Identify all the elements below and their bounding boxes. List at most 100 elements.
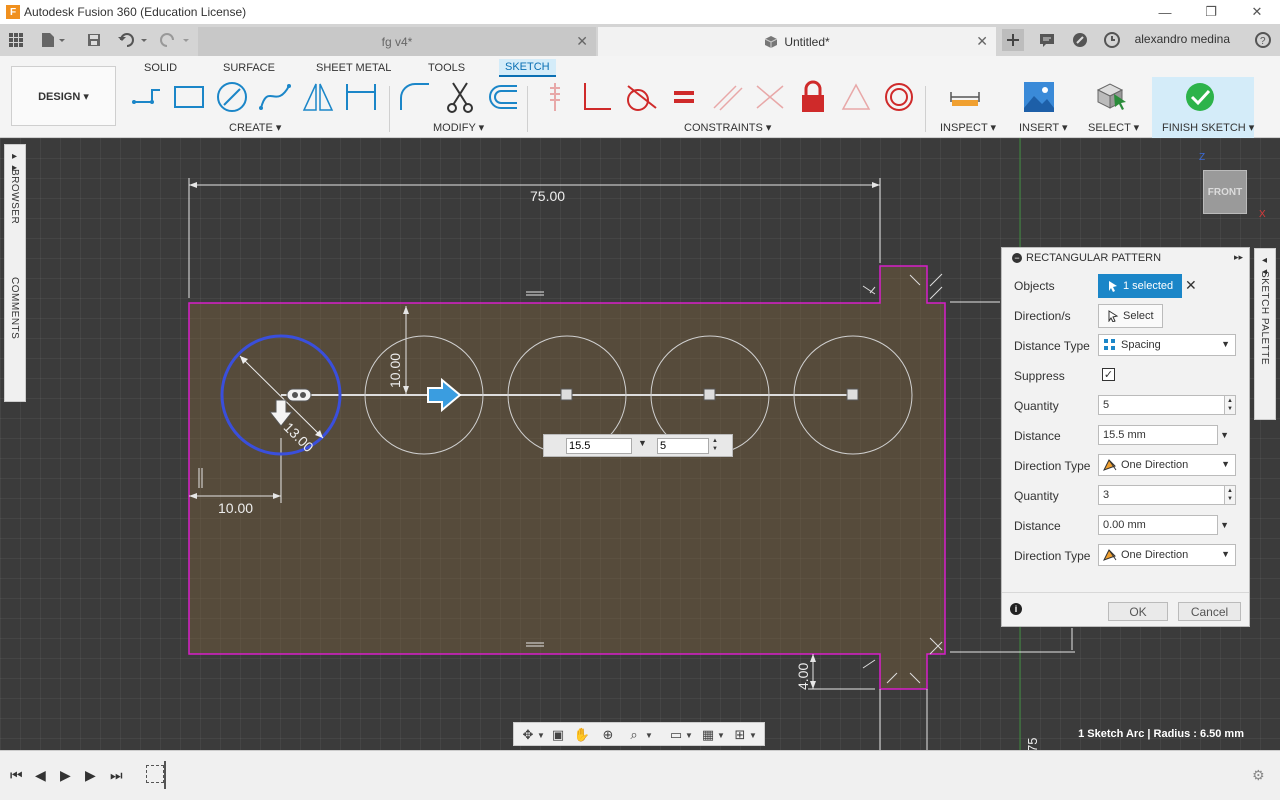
file-menu-icon[interactable] [38,29,68,51]
info-icon[interactable]: i [1010,603,1022,615]
finish-sketch-check-icon[interactable] [1183,80,1217,114]
workspace-switcher-button[interactable]: DESIGN ▾ [11,66,116,126]
sketch-palette-tab[interactable]: ◂◂ SKETCH PALETTE [1254,248,1276,420]
dimension-width[interactable]: 75.00 [530,188,565,204]
select-tool-icon[interactable] [1094,80,1128,114]
rectangle-tool-icon[interactable] [172,80,206,114]
distance1-input[interactable]: 15.5 mm ▼ [1098,425,1229,445]
go-to-end-icon[interactable]: ⏭ [110,767,123,784]
tab-sheet-metal[interactable]: SHEET METAL [310,59,397,77]
chevron-down-icon[interactable]: ▼ [716,726,726,744]
zoom-window-icon[interactable]: ⌕ [624,726,644,744]
tab-surface[interactable]: SURFACE [217,59,281,77]
dimension-partial[interactable]: 75 [1025,738,1040,750]
clock-icon[interactable] [1101,29,1123,51]
constraints-menu[interactable]: CONSTRAINTS ▾ [684,121,771,134]
gear-icon[interactable]: ⚙ [1252,767,1265,784]
distance2-input[interactable]: 0.00 mm ▼ [1098,515,1229,535]
ok-button[interactable]: OK [1108,602,1168,621]
trim-scissors-icon[interactable] [443,80,477,114]
insert-image-icon[interactable] [1022,80,1056,114]
viewcube[interactable]: FRONT [1203,170,1247,214]
display-settings-icon[interactable]: ▭ [666,726,686,744]
dimension-offset-x[interactable]: 10.00 [218,500,253,516]
inspect-menu[interactable]: INSPECT ▾ [940,121,996,134]
chevron-down-icon[interactable]: ▼ [1220,520,1229,530]
chevron-down-icon[interactable]: ▼ [684,726,694,744]
equal-constraint-icon[interactable] [667,80,701,114]
direction-select-button[interactable]: Select [1098,304,1163,328]
cancel-button[interactable]: Cancel [1178,602,1241,621]
finish-sketch-menu[interactable]: FINISH SKETCH ▾ [1162,121,1254,134]
direction-type2-dropdown[interactable]: One Direction ▼ [1098,544,1236,566]
offset-tool-icon[interactable] [485,80,519,114]
chevron-down-icon[interactable]: ▼ [638,438,647,448]
direction-type1-dropdown[interactable]: One Direction ▼ [1098,454,1236,476]
create-menu[interactable]: CREATE ▾ [229,121,281,134]
chevron-down-icon[interactable]: ▼ [536,726,546,744]
fix-lock-icon[interactable] [796,80,830,114]
close-tab-icon[interactable]: ✕ [576,33,588,50]
apps-grid-icon[interactable] [5,29,27,51]
sketch-timeline-item[interactable] [146,765,164,783]
fillet-tool-icon[interactable] [398,80,432,114]
quantity2-input[interactable]: 3 ▲ ▼ [1098,485,1236,505]
perpendicular-constraint-icon[interactable] [581,80,615,114]
undo-icon[interactable] [116,29,150,51]
concentric-constraint-icon[interactable] [882,80,916,114]
expand-dialog-icon[interactable]: ▸▸ [1234,252,1243,263]
chevron-down-icon[interactable]: ▼ [644,726,654,744]
dimension-tool-icon[interactable] [344,80,378,114]
dimension-offset-y[interactable]: 10.00 [387,353,403,388]
new-tab-icon[interactable] [1002,29,1024,51]
job-status-icon[interactable] [1069,29,1091,51]
tab-solid[interactable]: SOLID [138,59,183,77]
notifications-icon[interactable] [1036,29,1058,51]
zoom-icon[interactable]: ⊕ [598,726,618,744]
coincident-constraint-icon[interactable] [753,80,787,114]
measure-ruler-icon[interactable] [948,80,982,114]
viewports-icon[interactable]: ⊞ [730,726,750,744]
chevron-down-icon[interactable]: ▼ [748,726,758,744]
minimize-button[interactable]: — [1142,0,1188,24]
objects-select-button[interactable]: 1 selected [1098,274,1183,298]
inline-distance-input[interactable] [566,438,632,454]
midpoint-constraint-icon[interactable] [839,80,873,114]
modify-menu[interactable]: MODIFY ▾ [433,121,484,134]
timeline-marker[interactable] [164,761,166,789]
close-window-button[interactable]: ✕ [1234,0,1280,24]
circle-tool-icon[interactable] [215,80,249,114]
grid-settings-icon[interactable]: ▦ [698,726,718,744]
maximize-button[interactable]: ❐ [1188,0,1234,24]
comments-label[interactable]: COMMENTS [9,277,20,339]
step-forward-icon[interactable]: ▶ [85,767,96,784]
tangent-constraint-icon[interactable] [624,80,658,114]
save-icon[interactable] [83,29,105,51]
viewcube-face-label[interactable]: FRONT [1208,187,1242,198]
distance-type-dropdown[interactable]: Spacing ▼ [1098,334,1236,356]
user-name[interactable]: alexandro medina [1135,32,1230,46]
chevron-down-icon[interactable]: ▼ [1220,430,1229,440]
inline-quantity-input[interactable] [657,438,709,454]
quantity2-spinner[interactable]: ▲ ▼ [1224,485,1236,505]
look-at-icon[interactable]: ▣ [548,726,568,744]
spline-tool-icon[interactable] [258,80,292,114]
quantity1-spinner[interactable]: ▲ ▼ [1224,395,1236,415]
insert-menu[interactable]: INSERT ▾ [1019,121,1068,134]
go-to-start-icon[interactable]: ⏮ [10,767,23,784]
orbit-icon[interactable]: ✥ [518,726,538,744]
tab-sketch[interactable]: SKETCH [499,59,556,77]
quantity1-input[interactable]: 5 ▲ ▼ [1098,395,1236,415]
line-tool-icon[interactable] [130,80,164,114]
mirror-tool-icon[interactable] [301,80,335,114]
spinner-icon[interactable]: ▲ ▼ [712,437,718,453]
play-icon[interactable]: ▶ [60,767,71,784]
collapse-dialog-icon[interactable]: − [1012,253,1022,263]
tab-untitled[interactable]: Untitled* ✕ [598,27,996,56]
parallel-constraint-icon[interactable] [710,80,744,114]
pan-hand-icon[interactable]: ✋ [572,726,592,744]
step-back-icon[interactable]: ◀ [35,767,46,784]
suppress-checkbox[interactable]: ✓ [1102,368,1115,381]
select-menu[interactable]: SELECT ▾ [1088,121,1139,134]
browser-panel-tab[interactable]: ▸▸ BROWSER COMMENTS [4,144,26,402]
